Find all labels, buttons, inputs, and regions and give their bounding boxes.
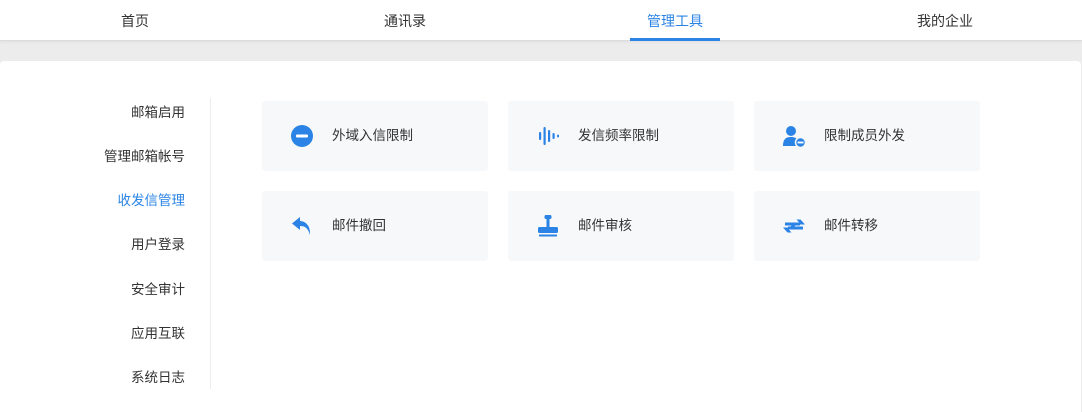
minus-circle-icon bbox=[290, 124, 314, 148]
sidebar-item-mailbox-enable[interactable]: 邮箱启用 bbox=[131, 102, 185, 124]
sidebar-item-security-audit[interactable]: 安全审计 bbox=[131, 279, 185, 301]
user-restrict-icon bbox=[782, 124, 806, 148]
tool-card-label: 发信频率限制 bbox=[578, 128, 659, 144]
nav-tab-contacts[interactable]: 通讯录 bbox=[375, 0, 435, 41]
audio-wave-icon bbox=[536, 124, 560, 148]
transfer-arrows-icon bbox=[782, 214, 806, 238]
sidebar-item-manage-accounts[interactable]: 管理邮箱帐号 bbox=[104, 146, 185, 168]
nav-tab-my-company[interactable]: 我的企业 bbox=[905, 0, 985, 41]
tool-card-restrict-outbound[interactable]: 限制成员外发 bbox=[754, 101, 980, 171]
sidebar-item-mail-management[interactable]: 收发信管理 bbox=[118, 190, 186, 212]
nav-tab-home[interactable]: 首页 bbox=[105, 0, 165, 41]
tool-card-label: 外域入信限制 bbox=[332, 128, 413, 144]
sidebar-item-user-login[interactable]: 用户登录 bbox=[131, 234, 185, 256]
tool-card-inbound-restriction[interactable]: 外域入信限制 bbox=[262, 101, 488, 171]
tool-card-mail-recall[interactable]: 邮件撤回 bbox=[262, 191, 488, 261]
top-navigation: 首页 通讯录 管理工具 我的企业 bbox=[0, 0, 1082, 41]
main-panel: 邮箱启用 管理邮箱帐号 收发信管理 用户登录 安全审计 应用互联 系统日志 外域… bbox=[0, 61, 1081, 412]
undo-arrow-icon bbox=[290, 214, 314, 238]
tool-card-label: 限制成员外发 bbox=[824, 128, 905, 144]
tool-card-mail-transfer[interactable]: 邮件转移 bbox=[754, 191, 980, 261]
tool-card-label: 邮件审核 bbox=[578, 218, 632, 234]
tool-card-label: 邮件撤回 bbox=[332, 218, 386, 234]
nav-tab-admin-tools[interactable]: 管理工具 bbox=[630, 0, 720, 41]
tool-card-mail-review[interactable]: 邮件审核 bbox=[508, 191, 734, 261]
tool-card-send-frequency[interactable]: 发信频率限制 bbox=[508, 101, 734, 171]
stamp-icon bbox=[536, 214, 560, 238]
sidebar-item-app-interconnect[interactable]: 应用互联 bbox=[131, 323, 185, 345]
sidebar-item-system-log[interactable]: 系统日志 bbox=[131, 367, 185, 389]
sidebar: 邮箱启用 管理邮箱帐号 收发信管理 用户登录 安全审计 应用互联 系统日志 bbox=[0, 98, 211, 389]
tool-card-label: 邮件转移 bbox=[824, 218, 878, 234]
